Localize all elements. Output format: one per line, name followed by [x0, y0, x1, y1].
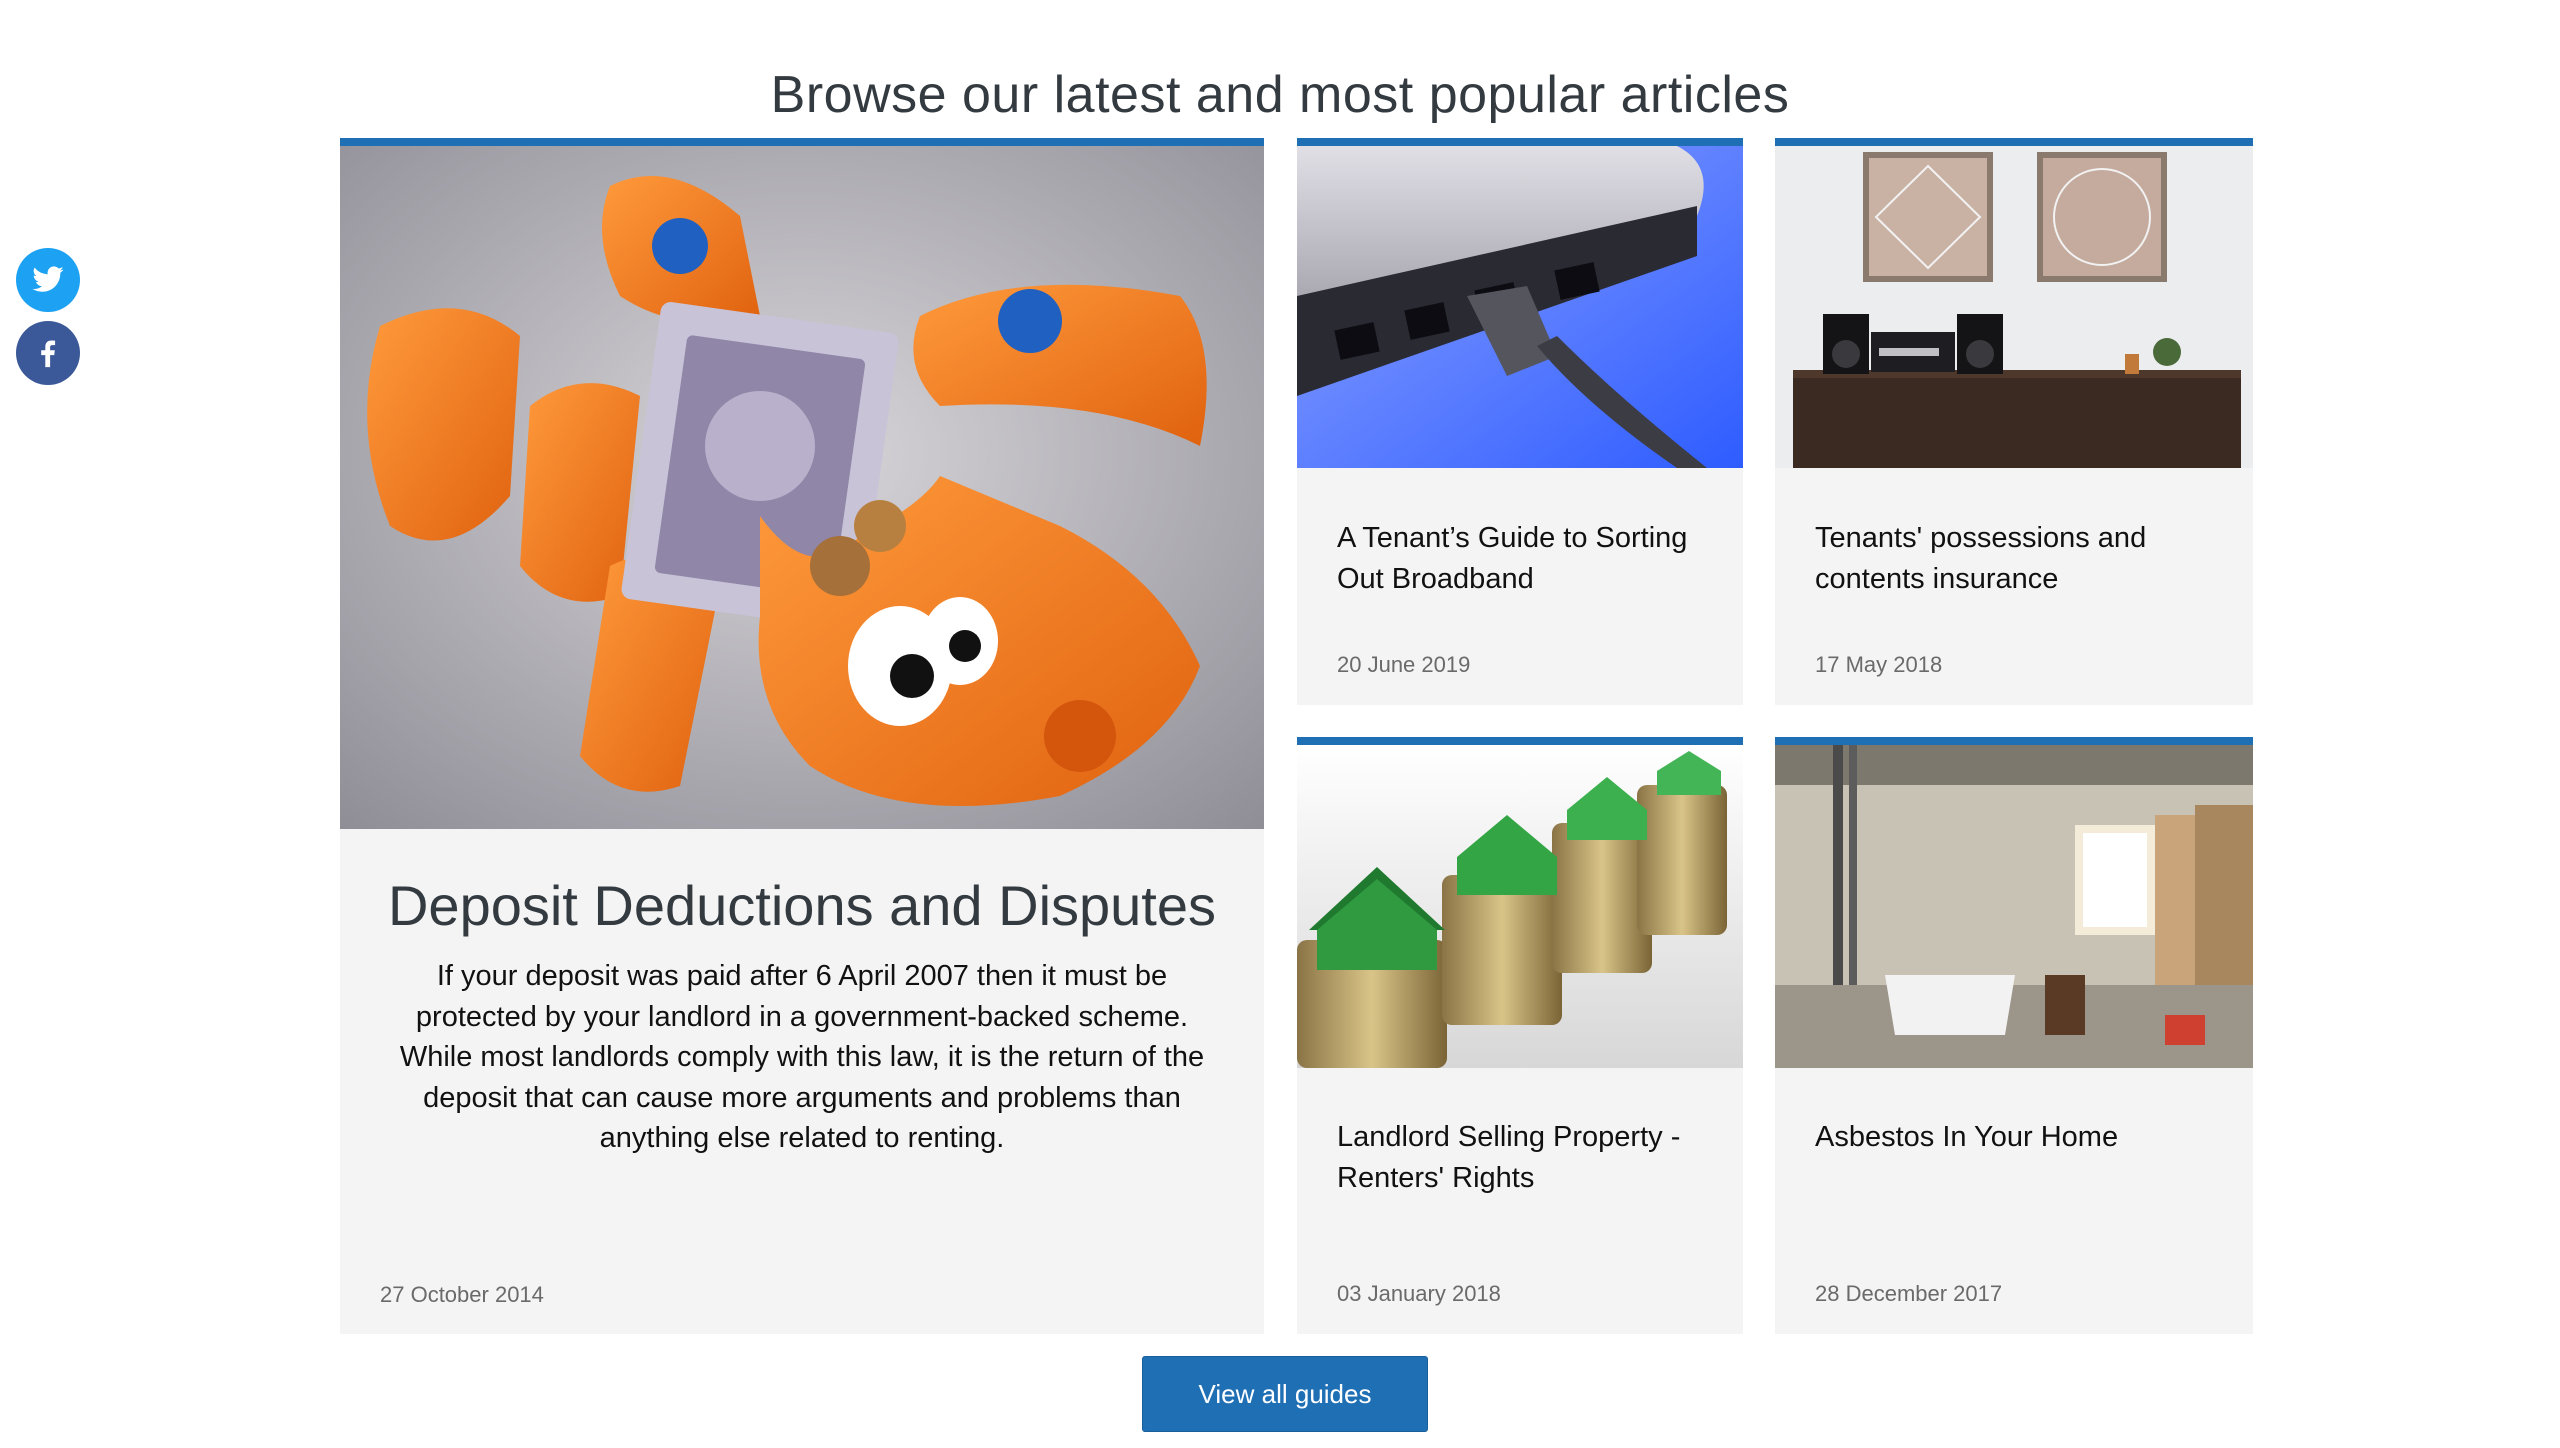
piggy-bank-image — [340, 146, 1264, 829]
article-card-broadband[interactable]: A Tenant’s Guide to Sorting Out Broadban… — [1297, 138, 1743, 705]
facebook-share-button[interactable] — [16, 321, 80, 385]
facebook-icon — [41, 340, 56, 368]
derelict-room-image — [1775, 745, 2253, 1068]
article-title[interactable]: A Tenant’s Guide to Sorting Out Broadban… — [1337, 518, 1703, 600]
article-card-insurance[interactable]: Tenants' possessions and contents insura… — [1775, 138, 2253, 705]
twitter-share-button[interactable] — [16, 248, 80, 312]
featured-article-excerpt: If your deposit was paid after 6 April 2… — [399, 960, 1205, 1154]
page-title: Browse our latest and most popular artic… — [770, 65, 1790, 124]
article-title[interactable]: Landlord Selling Property - Renters' Rig… — [1337, 1117, 1703, 1199]
twitter-icon — [32, 266, 64, 292]
house-coins-image — [1297, 745, 1743, 1068]
featured-article-title[interactable]: Deposit Deductions and Disputes — [380, 874, 1224, 938]
broadband-cable-image — [1297, 146, 1743, 468]
article-date: 03 January 2018 — [1337, 1281, 1501, 1306]
article-title[interactable]: Tenants' possessions and contents insura… — [1815, 518, 2213, 600]
article-title[interactable]: Asbestos In Your Home — [1815, 1117, 2213, 1158]
article-card-asbestos[interactable]: Asbestos In Your Home 28 December 2017 — [1775, 737, 2253, 1334]
living-room-image — [1775, 146, 2253, 468]
article-date: 17 May 2018 — [1815, 652, 1943, 677]
article-date: 28 December 2017 — [1815, 1281, 2003, 1306]
featured-article-date: 27 October 2014 — [380, 1282, 544, 1307]
article-date: 20 June 2019 — [1337, 652, 1471, 677]
view-all-guides-button[interactable]: View all guides — [1142, 1356, 1428, 1432]
social-share-bar — [16, 248, 80, 394]
featured-article-card[interactable]: Deposit Deductions and Disputes If your … — [340, 138, 1264, 1334]
article-card-selling[interactable]: Landlord Selling Property - Renters' Rig… — [1297, 737, 1743, 1334]
